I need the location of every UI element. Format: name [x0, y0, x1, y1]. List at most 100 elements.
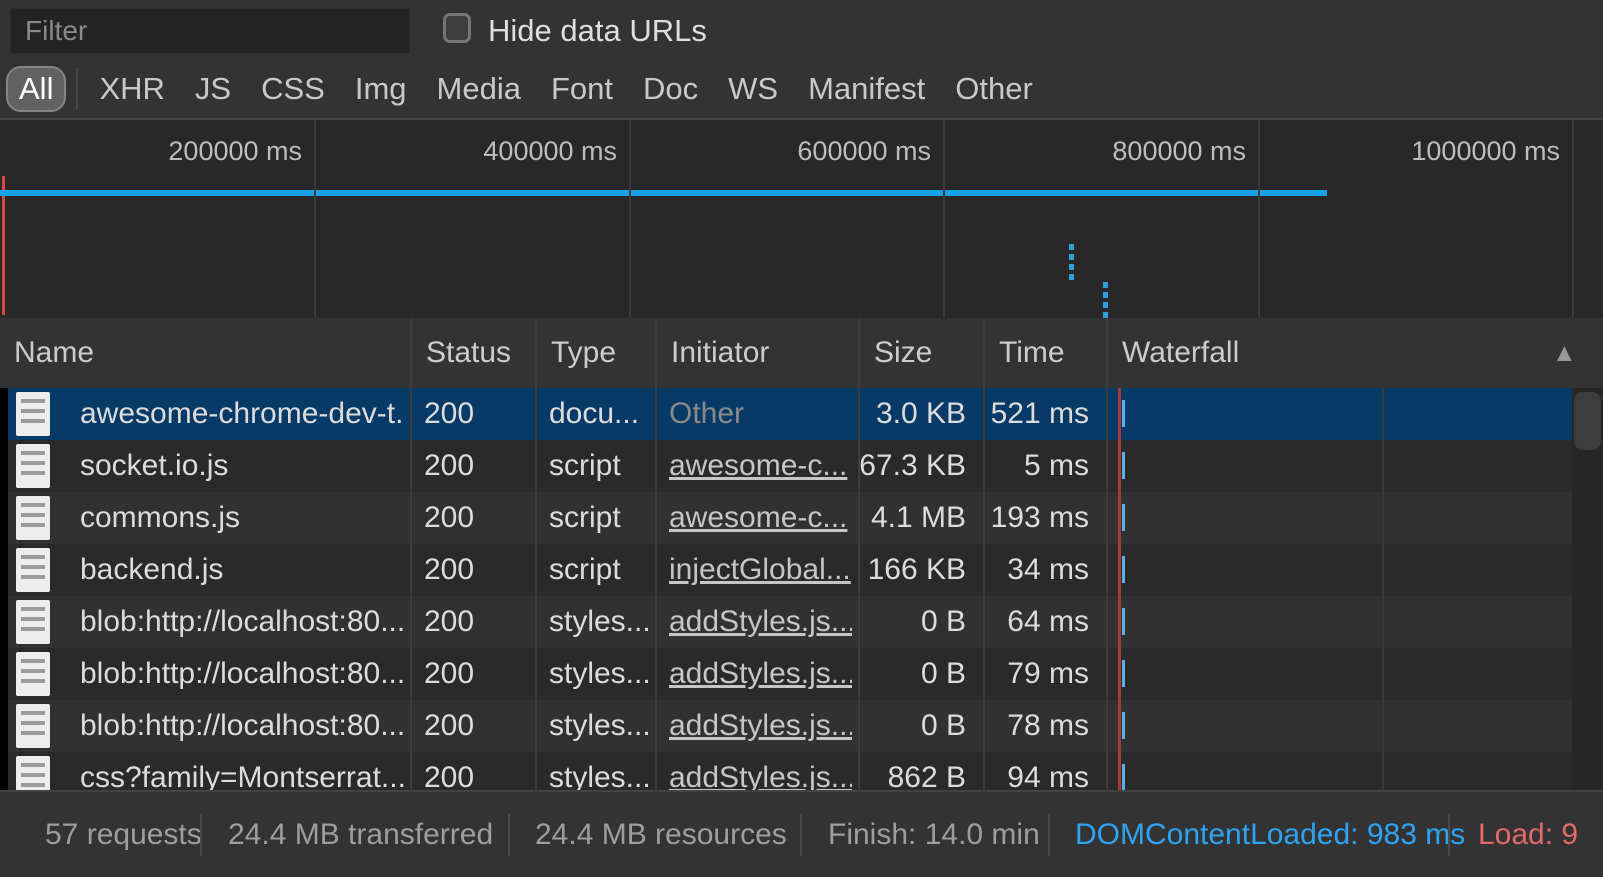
- table-row[interactable]: awesome-chrome-dev-t...200docu...Other3.…: [0, 388, 1603, 440]
- request-initiator[interactable]: addStyles.js...: [669, 752, 852, 790]
- column-header-status[interactable]: Status: [410, 318, 535, 388]
- table-row[interactable]: css?family=Montserrat...200styles...addS…: [0, 752, 1603, 790]
- document-icon: [16, 444, 50, 488]
- overview-gridline: [1572, 120, 1574, 318]
- document-icon: [16, 600, 50, 644]
- overview-gridline: [629, 120, 631, 318]
- summary-separator: [508, 814, 510, 856]
- requests-table-body: awesome-chrome-dev-t...200docu...Other3.…: [0, 388, 1603, 790]
- column-border: [1106, 388, 1108, 790]
- column-header-initiator[interactable]: Initiator: [655, 318, 858, 388]
- request-initiator[interactable]: awesome-c...: [669, 440, 852, 492]
- filter-tab-doc[interactable]: Doc: [643, 71, 698, 107]
- request-name: blob:http://localhost:80...: [80, 648, 404, 700]
- summary-separator: [200, 814, 202, 856]
- request-status: 200: [424, 544, 529, 596]
- summary-load: Load: 9: [1478, 792, 1578, 877]
- column-border: [655, 388, 657, 790]
- request-time: 521 ms: [983, 388, 1089, 440]
- summary-item-1: 24.4 MB transferred: [228, 792, 493, 877]
- column-header-waterfall[interactable]: Waterfall: [1106, 318, 1603, 388]
- request-initiator[interactable]: awesome-c...: [669, 492, 852, 544]
- overview-request-dash-1: [1069, 244, 1074, 280]
- request-initiator[interactable]: addStyles.js...: [669, 596, 852, 648]
- request-initiator[interactable]: addStyles.js...: [669, 648, 852, 700]
- waterfall-request-bar: [1122, 660, 1125, 687]
- filter-tab-img[interactable]: Img: [355, 71, 407, 107]
- waterfall-request-bar: [1122, 452, 1125, 479]
- request-type: script: [549, 492, 649, 544]
- request-type: script: [549, 440, 649, 492]
- waterfall-request-bar: [1122, 400, 1125, 427]
- overview-gridline: [1258, 120, 1260, 318]
- overview-loaded-bar: [0, 190, 1327, 196]
- request-time: 34 ms: [983, 544, 1089, 596]
- request-status: 200: [424, 440, 529, 492]
- column-header-size[interactable]: Size: [858, 318, 983, 388]
- waterfall-request-bar: [1122, 712, 1125, 739]
- request-size: 166 KB: [858, 544, 966, 596]
- table-row[interactable]: blob:http://localhost:80...200styles...a…: [0, 700, 1603, 752]
- filter-tab-manifest[interactable]: Manifest: [808, 71, 925, 107]
- request-initiator[interactable]: addStyles.js...: [669, 700, 852, 752]
- timeline-overview[interactable]: 200000 ms400000 ms600000 ms800000 ms1000…: [0, 118, 1603, 318]
- request-name: blob:http://localhost:80...: [80, 700, 404, 752]
- column-border: [858, 388, 860, 790]
- request-status: 200: [424, 492, 529, 544]
- filter-tab-media[interactable]: Media: [437, 71, 521, 107]
- filter-tab-all[interactable]: All: [6, 66, 66, 112]
- filter-tab-css[interactable]: CSS: [261, 71, 325, 107]
- waterfall-load-event-line: [1118, 388, 1121, 790]
- filter-input[interactable]: [10, 8, 410, 54]
- overview-tick-label: 200000 ms: [168, 136, 302, 167]
- waterfall-request-bar: [1122, 504, 1125, 531]
- table-row[interactable]: blob:http://localhost:80...200styles...a…: [0, 596, 1603, 648]
- filter-tab-js[interactable]: JS: [195, 71, 231, 107]
- table-row[interactable]: commons.js200scriptawesome-c...4.1 MB193…: [0, 492, 1603, 544]
- overview-gridline: [943, 120, 945, 318]
- filter-tab-xhr[interactable]: XHR: [99, 71, 164, 107]
- request-initiator: Other: [669, 388, 852, 440]
- left-edge-strip: [0, 388, 8, 790]
- table-row[interactable]: blob:http://localhost:80...200styles...a…: [0, 648, 1603, 700]
- request-status: 200: [424, 700, 529, 752]
- request-initiator[interactable]: injectGlobal...: [669, 544, 852, 596]
- table-row[interactable]: socket.io.js200scriptawesome-c...67.3 KB…: [0, 440, 1603, 492]
- request-time: 78 ms: [983, 700, 1089, 752]
- overview-request-dash-2: [1103, 282, 1108, 320]
- request-status: 200: [424, 596, 529, 648]
- column-header-time[interactable]: Time: [983, 318, 1106, 388]
- request-name: socket.io.js: [80, 440, 404, 492]
- vertical-scrollbar-thumb[interactable]: [1574, 392, 1601, 450]
- request-status: 200: [424, 388, 529, 440]
- waterfall-request-bar: [1122, 608, 1125, 635]
- tab-divider: [76, 68, 78, 110]
- request-size: 0 B: [858, 648, 966, 700]
- summary-item-3: Finish: 14.0 min: [828, 792, 1040, 877]
- request-status: 200: [424, 752, 529, 790]
- table-row[interactable]: backend.js200scriptinjectGlobal...166 KB…: [0, 544, 1603, 596]
- waterfall-request-bar: [1122, 556, 1125, 583]
- overview-tick-label: 400000 ms: [483, 136, 617, 167]
- hide-data-urls-checkbox[interactable]: [443, 13, 471, 43]
- column-header-name[interactable]: Name: [0, 318, 410, 388]
- document-icon: [16, 756, 50, 790]
- overview-tick-label: 800000 ms: [1112, 136, 1246, 167]
- hide-data-urls-label[interactable]: Hide data URLs: [488, 13, 707, 49]
- request-name: backend.js: [80, 544, 404, 596]
- resource-type-filter-tabs: All XHR JS CSS Img Media Font Doc WS Manifest Othe…: [0, 62, 1048, 116]
- summary-item-2: 24.4 MB resources: [535, 792, 787, 877]
- request-time: 79 ms: [983, 648, 1089, 700]
- sort-ascending-icon[interactable]: ▲: [1552, 318, 1577, 388]
- request-time: 94 ms: [983, 752, 1089, 790]
- request-size: 862 B: [858, 752, 966, 790]
- document-icon: [16, 496, 50, 540]
- document-icon: [16, 652, 50, 696]
- filter-tab-ws[interactable]: WS: [728, 71, 778, 107]
- filter-tab-font[interactable]: Font: [551, 71, 613, 107]
- filter-tab-other[interactable]: Other: [955, 71, 1033, 107]
- column-header-type[interactable]: Type: [535, 318, 655, 388]
- request-size: 3.0 KB: [858, 388, 966, 440]
- request-size: 0 B: [858, 700, 966, 752]
- summary-separator: [1048, 814, 1050, 856]
